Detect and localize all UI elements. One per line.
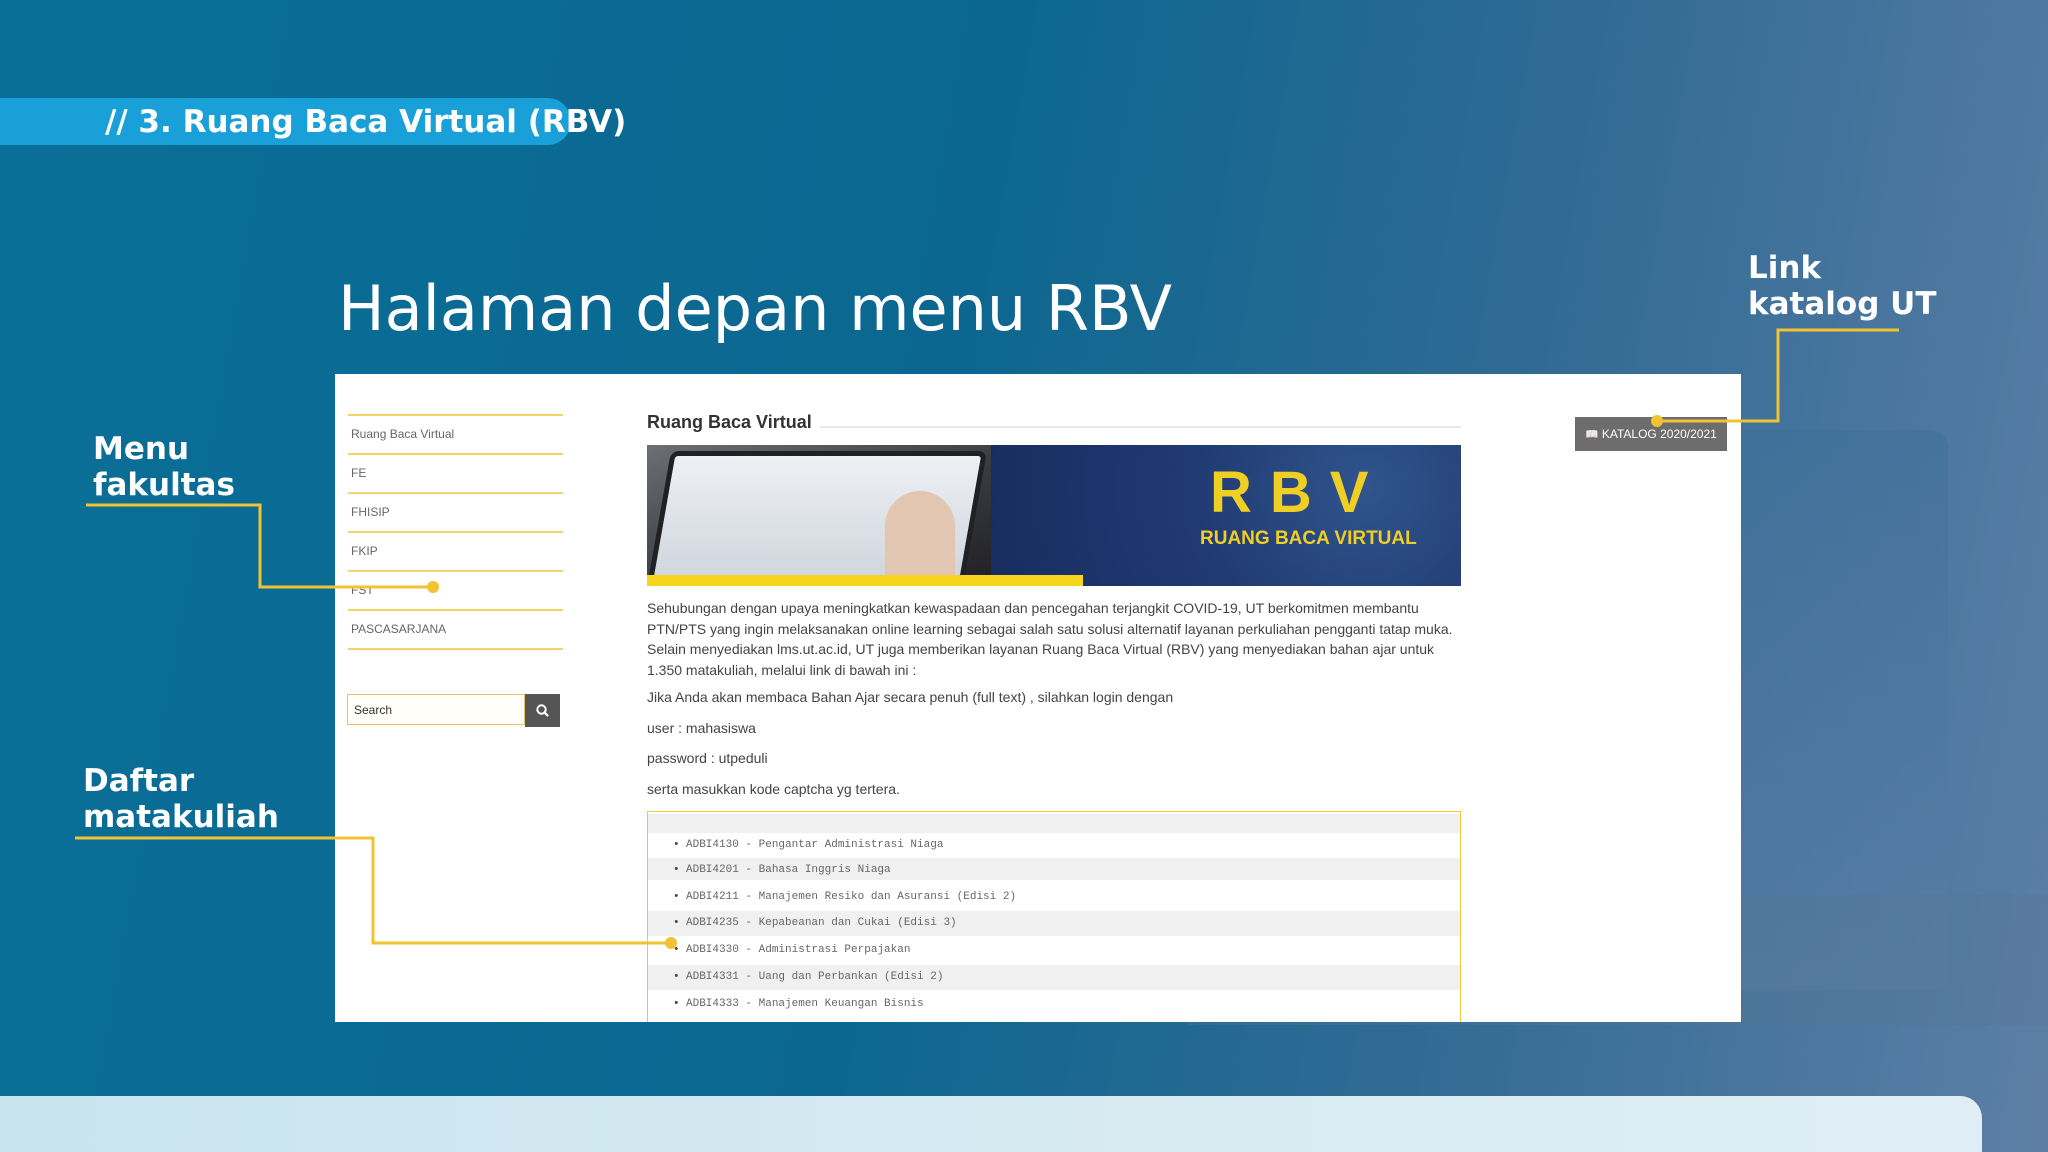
course-name: ADBI4130 - Pengantar Administrasi Niaga: [686, 839, 944, 851]
captcha-note: serta masukkan kode captcha yg tertera.: [647, 781, 900, 797]
search-icon: [536, 704, 549, 717]
course-list-item[interactable]: • ADBI4333 - Manajemen Keuangan Bisnis: [648, 992, 1460, 1017]
course-name: ADBI4331 - Uang dan Perbankan (Edisi 2): [686, 971, 944, 983]
faculty-menu-item[interactable]: FE: [348, 453, 563, 492]
course-list-item[interactable]: • ADBI4330 - Administrasi Perpajakan: [648, 938, 1460, 963]
course-name: ADBI4333 - Manajemen Keuangan Bisnis: [686, 998, 924, 1010]
main-content: Ruang Baca Virtual RBV RUANG BACA VIRTUA…: [647, 412, 1461, 797]
banner-subtitle: RUANG BACA VIRTUAL: [1200, 528, 1417, 549]
course-name: ADBI4235 - Kepabeanan dan Cukai (Edisi 3…: [686, 917, 957, 929]
password-line: password : utpeduli: [647, 750, 768, 766]
content-heading-wrap: Ruang Baca Virtual: [647, 412, 1461, 442]
callout-daftar-matakuliah: Daftar matakuliah: [83, 763, 279, 835]
callout-menu-fakultas: Menu fakultas: [93, 431, 235, 503]
login-note: Jika Anda akan membaca Bahan Ajar secara…: [647, 689, 1174, 705]
course-list-spacer: [648, 814, 1460, 833]
course-list: • ADBI4130 - Pengantar Administrasi Niaga…: [647, 811, 1461, 1022]
faculty-menu-item[interactable]: FHISIP: [348, 492, 563, 531]
search-input[interactable]: [347, 694, 525, 725]
course-list-item[interactable]: • ADBI4211 - Manajemen Resiko dan Asurans…: [648, 885, 1460, 910]
bottom-band: [0, 1096, 1982, 1152]
content-heading: Ruang Baca Virtual: [647, 412, 812, 432]
rbv-banner: RBV RUANG BACA VIRTUAL: [647, 445, 1461, 586]
section-label-pill: // 3. Ruang Baca Virtual (RBV): [0, 98, 626, 145]
slide-title: Halaman depan menu RBV: [338, 272, 1173, 345]
intro-paragraph: Sehubungan dengan upaya meningkatkan kew…: [647, 600, 1453, 678]
hand-image: [885, 491, 955, 586]
banner-blue-panel: RBV RUANG BACA VIRTUAL: [991, 445, 1461, 586]
callout-text-line: fakultas: [93, 467, 235, 503]
section-label: // 3. Ruang Baca Virtual (RBV): [105, 104, 627, 140]
book-icon: 📖: [1585, 429, 1599, 441]
callout-text-line: Daftar: [83, 763, 195, 799]
search-box: [347, 694, 560, 727]
user-line: user : mahasiswa: [647, 720, 756, 736]
callout-link-katalog: Link katalog UT: [1748, 250, 1937, 322]
faculty-menu-item[interactable]: PASCASARJANA: [348, 609, 563, 648]
faculty-menu-item[interactable]: Ruang Baca Virtual: [348, 414, 563, 453]
callout-text-line: Menu: [93, 431, 190, 467]
heading-rule: [820, 426, 1461, 428]
callout-text-line: Link: [1748, 250, 1822, 286]
katalog-button-label: KATALOG 2020/2021: [1601, 427, 1717, 441]
faculty-menu: Ruang Baca Virtual FE FHISIP FKIP FST PA…: [348, 414, 563, 650]
callout-text-line: matakuliah: [83, 799, 279, 835]
course-list-item[interactable]: • ADBI4130 - Pengantar Administrasi Niaga: [648, 833, 1460, 858]
course-list-item[interactable]: • ADBI4331 - Uang dan Perbankan (Edisi 2): [648, 965, 1460, 990]
faculty-menu-item[interactable]: FST: [348, 570, 563, 609]
course-name: ADBI4201 - Bahasa Inggris Niaga: [686, 864, 891, 876]
banner-photo: [647, 445, 993, 586]
banner-title: RBV: [1210, 460, 1387, 525]
search-button[interactable]: [525, 694, 560, 727]
banner-yellow-stripe: [647, 575, 1083, 586]
course-list-item[interactable]: • ADBI4201 - Bahasa Inggris Niaga: [648, 858, 1460, 880]
rbv-website-screenshot: Ruang Baca Virtual FE FHISIP FKIP FST PA…: [335, 374, 1741, 1022]
course-name: ADBI4211 - Manajemen Resiko dan Asuransi…: [686, 891, 1017, 903]
faculty-menu-divider: [348, 648, 563, 650]
course-list-item[interactable]: • ADBI4235 - Kepabeanan dan Cukai (Edisi …: [648, 911, 1460, 936]
faculty-menu-item[interactable]: FKIP: [348, 531, 563, 570]
katalog-button[interactable]: 📖 KATALOG 2020/2021: [1575, 417, 1727, 451]
course-name: ADBI4330 - Administrasi Perpajakan: [686, 944, 911, 956]
callout-text-line: katalog UT: [1748, 286, 1937, 322]
